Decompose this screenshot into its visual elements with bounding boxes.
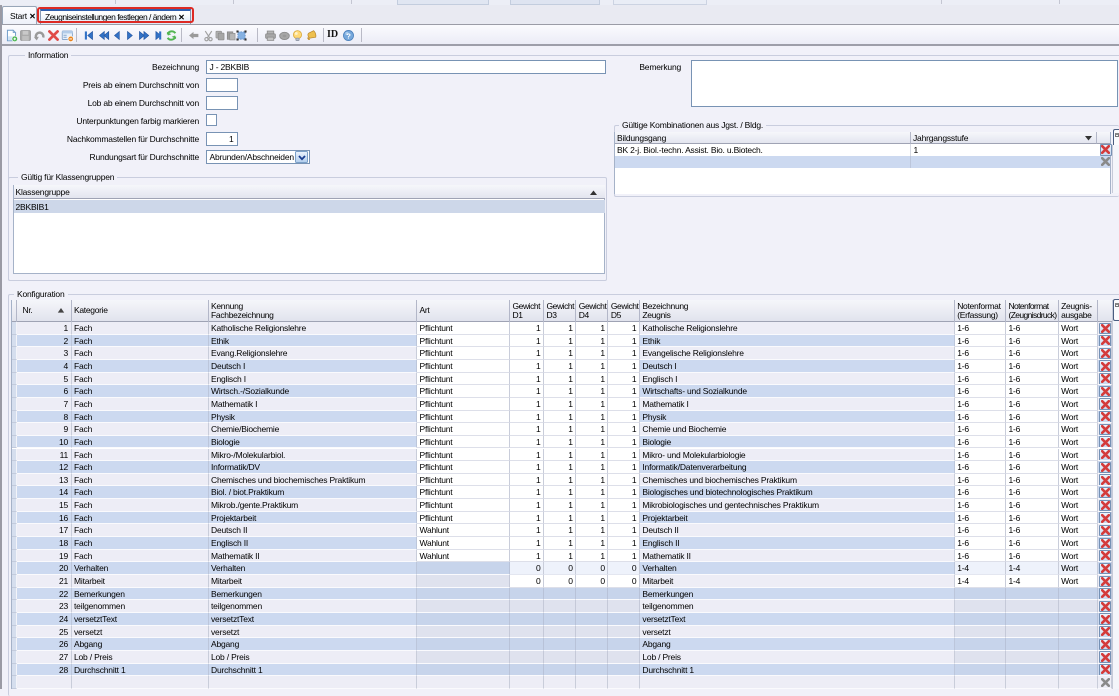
svg-text:?: ?: [346, 31, 351, 40]
